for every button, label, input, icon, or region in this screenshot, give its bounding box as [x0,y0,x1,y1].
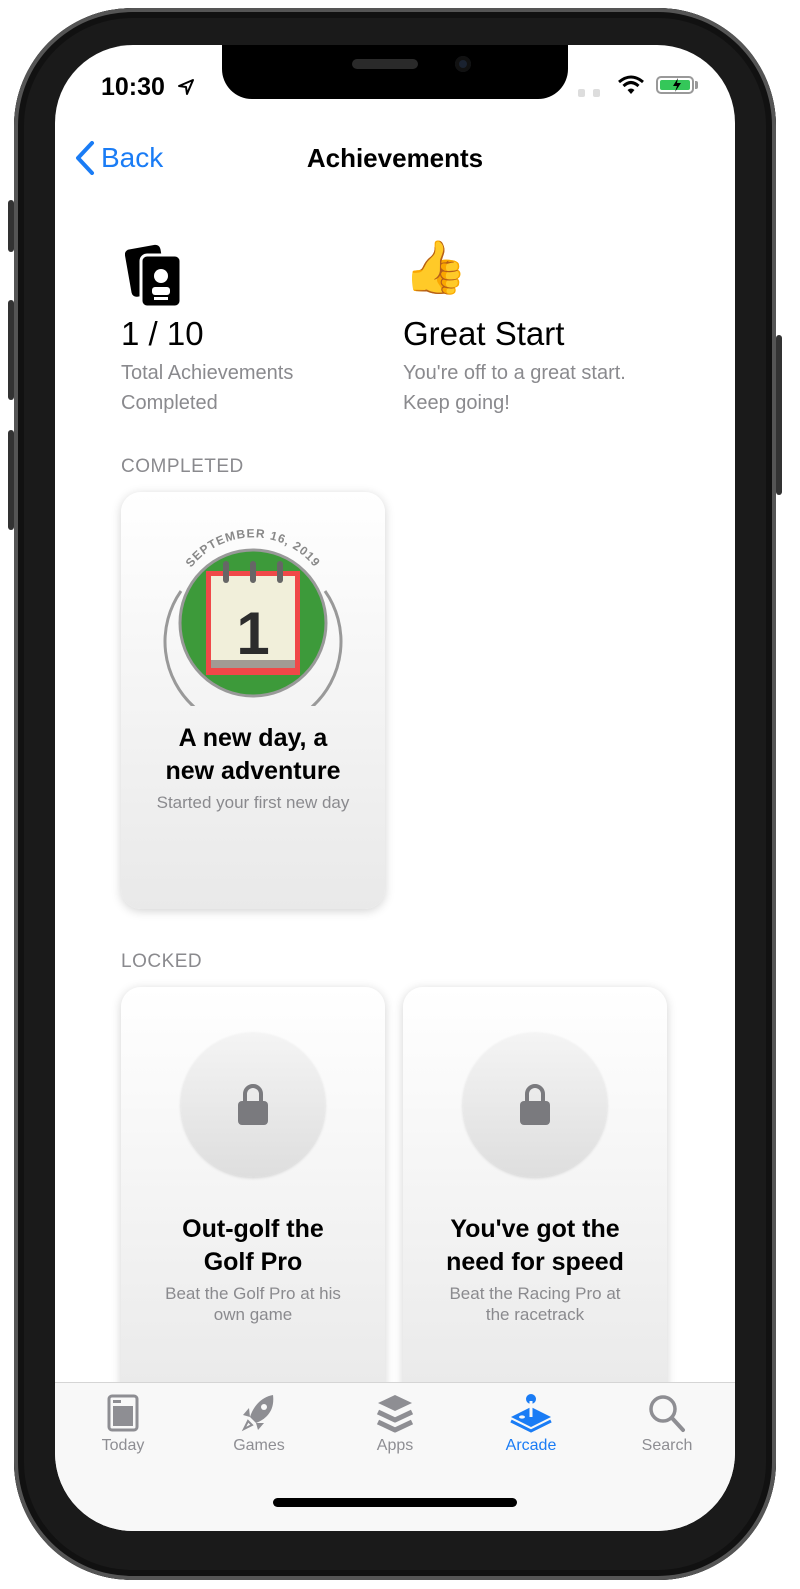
home-indicator[interactable] [273,1498,517,1507]
volume-down-button [8,430,14,530]
speaker [352,59,418,69]
achievement-title-2: need for speed [446,1248,624,1276]
battery-tip [695,81,698,89]
lock-badge [181,1033,325,1177]
search-icon [649,1395,685,1432]
tab-apps[interactable]: Apps [327,1393,463,1455]
total-achievements-label-2: Completed [121,392,218,414]
achievement-title-2: Golf Pro [203,1248,303,1276]
notch [222,45,568,99]
layers-icon [376,1395,414,1433]
achievement-card-locked[interactable]: Out-golf the Golf Pro Beat the Golf Pro … [121,987,385,1407]
tab-bar: Today Games Apps Arcade Search [55,1382,735,1531]
tab-search[interactable]: Search [599,1393,735,1455]
mute-switch [8,200,14,252]
achievement-title-1: You've got the [450,1215,620,1243]
achievement-description-2: own game [213,1305,293,1324]
achievement-description-2: the racetrack [485,1305,585,1324]
lock-badge [463,1033,607,1177]
locked-section-header: LOCKED [121,951,203,972]
tab-label: Arcade [505,1437,557,1454]
achievement-card-locked[interactable]: You've got the need for speed Beat the R… [403,987,667,1407]
achievement-cards-icon [125,244,183,309]
achievement-title-2: new adventure [165,757,341,785]
today-icon [107,1394,139,1432]
completed-section-header: COMPLETED [121,456,244,477]
page-title: Achievements [306,143,484,173]
rank-title: Great Start [403,315,565,352]
lock-icon [238,1084,268,1125]
tab-games[interactable]: Games [191,1393,327,1455]
achievement-description-1: Beat the Golf Pro at his [165,1284,341,1303]
achievement-title-1: A new day, a [178,724,328,752]
battery-charging-icon [656,76,694,94]
rank-description-2: Keep going! [403,392,510,414]
rocket-icon [241,1395,274,1432]
status-time: 10:30 [101,73,165,101]
thumbs-up-emoji: 👍 [403,239,468,297]
wifi-icon [618,75,644,94]
tab-label: Apps [376,1437,414,1454]
tab-label: Search [641,1437,693,1454]
tab-today[interactable]: Today [55,1393,191,1455]
achievement-description: Started your first new day [156,793,350,812]
tab-label: Games [233,1437,285,1454]
rank-description-1: You're off to a great start. [403,362,626,384]
joystick-icon [510,1394,552,1433]
achievement-card-completed[interactable]: SEPTEMBER 16, 2019 1 A new day, a new ad… [121,492,385,909]
location-arrow-icon [178,79,194,95]
achievement-title-1: Out-golf the [182,1215,324,1243]
signal-dot [593,89,600,97]
calendar-badge-icon: SEPTEMBER 16, 2019 1 [163,526,343,706]
signal-dot [578,89,585,97]
achievement-description-1: Beat the Racing Pro at [449,1284,621,1303]
total-achievements-label-1: Total Achievements [121,362,294,384]
screen: 10:30 Back Achievements 1 / 10 Total Ach… [55,45,735,1531]
camera [455,56,471,72]
tab-label: Today [101,1437,145,1454]
tab-arcade[interactable]: Arcade [463,1393,599,1455]
side-button [776,335,782,495]
volume-up-button [8,300,14,400]
badge-number: 1 [236,600,269,667]
lock-icon [520,1084,550,1125]
total-achievements-value: 1 / 10 [121,315,204,352]
